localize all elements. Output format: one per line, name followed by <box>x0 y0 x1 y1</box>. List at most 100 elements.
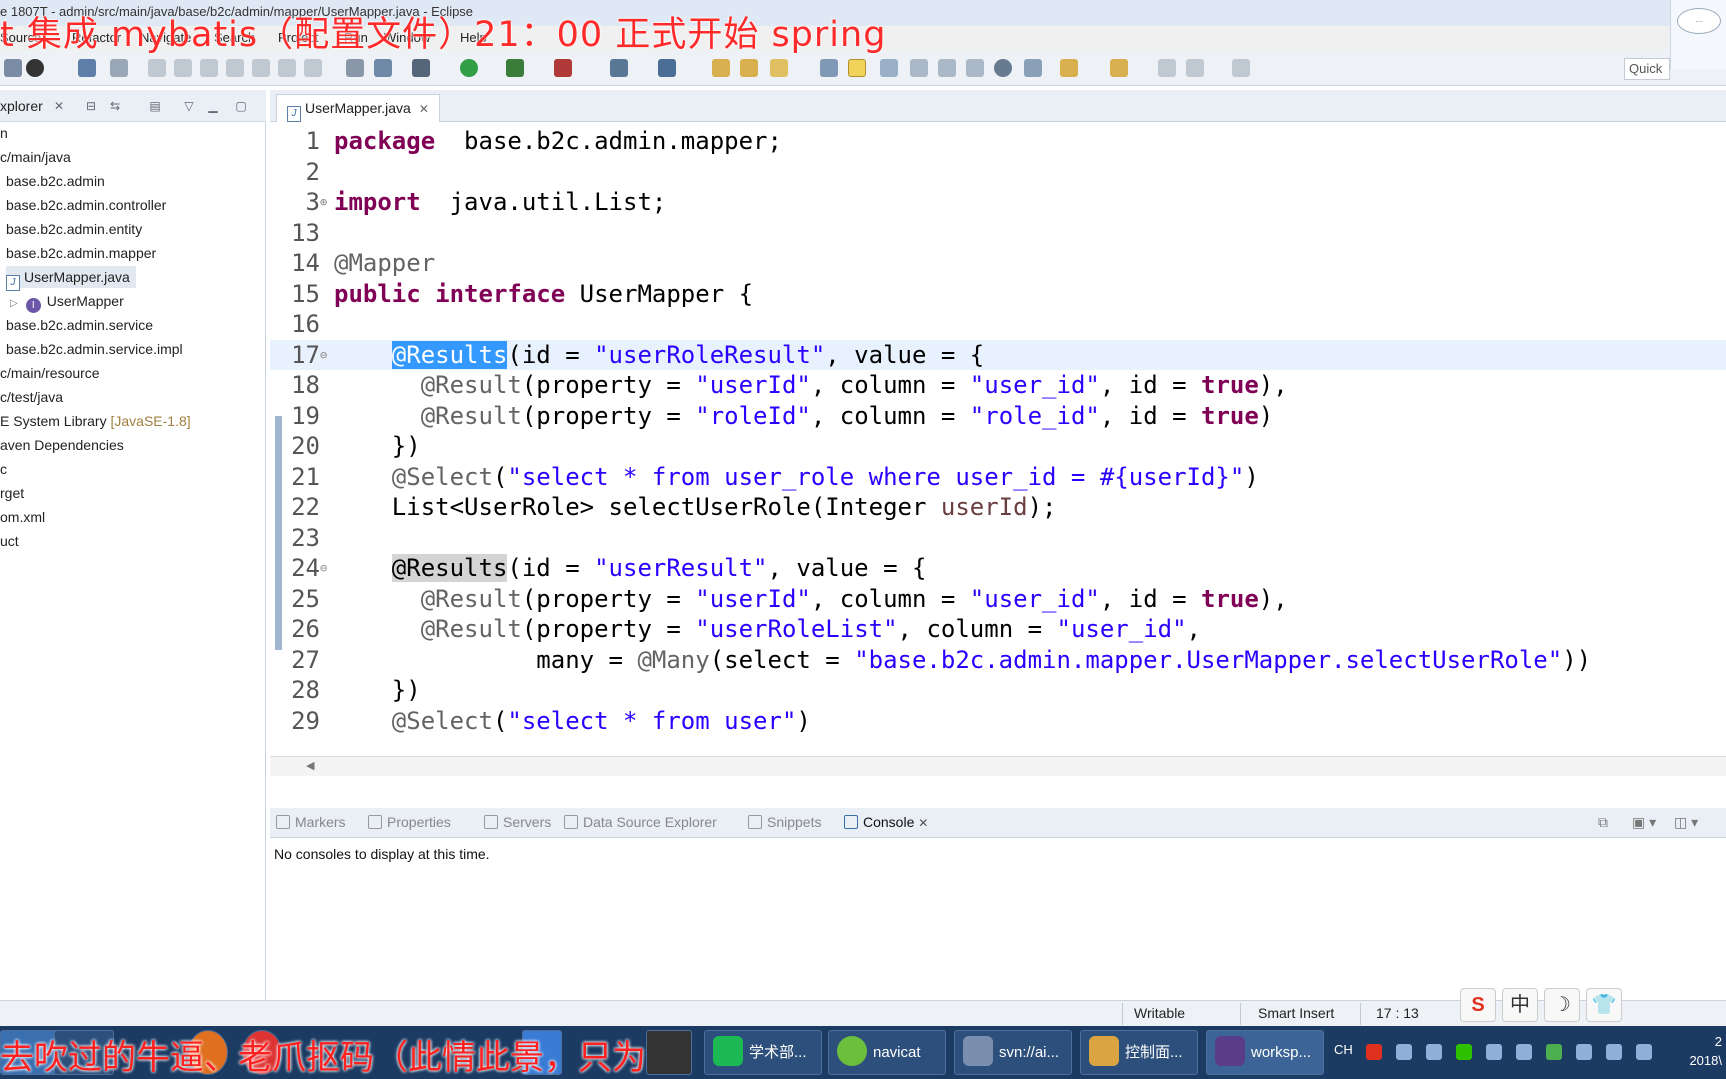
tree-item-src-main-resource[interactable]: c/main/resource <box>0 362 100 384</box>
run-icon[interactable] <box>460 59 478 77</box>
ime-skin-icon[interactable]: 👕 <box>1586 988 1622 1022</box>
tree-item-package[interactable]: base.b2c.admin <box>6 170 105 192</box>
code-line[interactable]: 18 @Result(property = "userId", column =… <box>270 370 1726 400</box>
code-line[interactable]: 19 @Result(property = "roleId", column =… <box>270 401 1726 431</box>
last-edit-location-icon[interactable] <box>1158 59 1176 77</box>
open-type-icon[interactable] <box>712 59 730 77</box>
suspend-icon[interactable] <box>174 59 192 77</box>
code-line[interactable]: 28 }) <box>270 675 1726 705</box>
open-task-icon[interactable] <box>740 59 758 77</box>
horizontal-scrollbar[interactable]: ◀ <box>270 756 1726 776</box>
link-with-editor-icon[interactable]: ⇆ <box>108 99 122 113</box>
new-java-project-icon[interactable] <box>658 59 676 77</box>
package-explorer-title[interactable]: xplorer <box>0 98 43 114</box>
tree-item-target[interactable]: rget <box>0 482 24 504</box>
tree-item-src-main-java[interactable]: c/main/java <box>0 146 71 168</box>
block-selection-icon[interactable] <box>910 59 928 77</box>
tree-item-project[interactable]: n <box>0 122 8 144</box>
tab-servers[interactable]: Servers <box>484 814 551 830</box>
wechat-icon[interactable] <box>1456 1044 1472 1060</box>
code-line[interactable]: 27 many = @Many(select = "base.b2c.admin… <box>270 645 1726 675</box>
collapse-all-icon[interactable]: ⊟ <box>84 99 98 113</box>
code-line[interactable]: 29 @Select("select * from user") <box>270 706 1726 736</box>
expand-fold-icon[interactable]: ⊕ <box>320 187 330 217</box>
taskbar-task[interactable]: worksp... <box>1206 1030 1324 1075</box>
close-icon[interactable]: ✕ <box>918 816 928 830</box>
code-line[interactable]: 3 ⊕ import java.util.List; <box>270 187 1726 217</box>
expand-arrow-icon[interactable]: ▷ <box>10 298 18 309</box>
toggle-highlight-icon[interactable] <box>848 59 866 77</box>
code-text-area[interactable]: 1 package base.b2c.admin.mapper; 2 3 ⊕ import… <box>270 126 1726 756</box>
tree-item-product[interactable]: uct <box>0 530 19 552</box>
network-icon[interactable] <box>1606 1044 1622 1060</box>
code-line[interactable]: 1 package base.b2c.admin.mapper; <box>270 126 1726 156</box>
input-language[interactable]: CH <box>1334 1042 1353 1057</box>
save-icon[interactable] <box>78 59 96 77</box>
taskbar-task[interactable]: 控制面... <box>1080 1030 1198 1075</box>
previous-annotation-icon[interactable] <box>1110 59 1128 77</box>
tab-markers[interactable]: Markers <box>276 814 346 830</box>
toggle-mark-occurrences-icon[interactable] <box>820 59 838 77</box>
tray-icon[interactable] <box>1546 1044 1562 1060</box>
tab-console[interactable]: Console ✕ <box>844 814 928 830</box>
view-menu-icon[interactable]: ▽ <box>182 99 196 113</box>
tab-data-source-explorer[interactable]: Data Source Explorer <box>564 814 717 830</box>
tree-item-package[interactable]: base.b2c.admin.mapper <box>6 242 156 264</box>
tree-item-pom-xml[interactable]: om.xml <box>0 506 45 528</box>
disconnect-icon[interactable] <box>226 59 244 77</box>
taskbar-task[interactable]: 学术部... <box>704 1030 822 1075</box>
forward-icon[interactable] <box>1232 59 1250 77</box>
tree-item-maven-dependencies[interactable]: aven Dependencies <box>0 434 124 456</box>
step-into-icon[interactable] <box>252 59 270 77</box>
tray-icon[interactable] <box>1576 1044 1592 1060</box>
code-line[interactable]: 25 @Result(property = "userId", column =… <box>270 584 1726 614</box>
terminate-icon[interactable] <box>200 59 218 77</box>
close-icon[interactable]: ✕ <box>419 102 429 116</box>
maximize-icon[interactable]: ▢ <box>234 99 248 113</box>
minimize-icon[interactable]: ▁ <box>206 99 220 113</box>
ime-chinese-mode-icon[interactable]: 中 <box>1502 988 1538 1022</box>
tray-icon[interactable] <box>1426 1044 1442 1060</box>
code-line[interactable]: 21 @Select("select * from user_role wher… <box>270 462 1726 492</box>
tree-item-package[interactable]: base.b2c.admin.service <box>6 314 153 336</box>
tab-properties[interactable]: Properties <box>368 814 451 830</box>
code-line[interactable]: 23 <box>270 523 1726 553</box>
next-annotation-icon[interactable] <box>1060 59 1078 77</box>
coverage-icon[interactable] <box>506 59 524 77</box>
debug-icon[interactable] <box>412 59 430 77</box>
use-step-filters-icon[interactable] <box>374 59 392 77</box>
taskbar-task[interactable]: navicat <box>828 1030 946 1075</box>
open-console-icon[interactable]: ⧉ <box>1598 814 1608 831</box>
word-wrap-icon[interactable] <box>938 59 956 77</box>
taskbar-task[interactable]: svn://ai... <box>954 1030 1072 1075</box>
code-line[interactable]: 22 List<UserRole> selectUserRole(Integer… <box>270 492 1726 522</box>
tree-item-src-test-java[interactable]: c/test/java <box>0 386 63 408</box>
code-line[interactable]: 24 ⊖ @Results(id = "userResult", value = … <box>270 553 1726 583</box>
show-whitespace-icon[interactable] <box>880 59 898 77</box>
tree-item-jre-system-library[interactable]: E System Library [JavaSE-1.8] <box>0 410 191 432</box>
globe-icon[interactable] <box>994 59 1012 77</box>
code-line[interactable]: 20 }) <box>270 431 1726 461</box>
code-line[interactable]: 26 @Result(property = "userRoleList", co… <box>270 614 1726 644</box>
drop-to-frame-icon[interactable] <box>346 59 364 77</box>
tab-snippets[interactable]: Snippets <box>748 814 821 830</box>
new-icon[interactable] <box>4 59 22 77</box>
filter-icon[interactable]: ▤ <box>148 99 162 113</box>
profile-icon[interactable] <box>26 59 44 77</box>
tree-item-src[interactable]: c <box>0 458 7 480</box>
tray-icon[interactable] <box>1396 1044 1412 1060</box>
code-line[interactable]: 13 <box>270 218 1726 248</box>
ime-moon-icon[interactable]: ☽ <box>1544 988 1580 1022</box>
tree-item-package[interactable]: base.b2c.admin.service.impl <box>6 338 183 360</box>
sogou-tray-icon[interactable] <box>1366 1044 1382 1060</box>
skip-breakpoints-icon[interactable] <box>110 59 128 77</box>
nox-icon[interactable] <box>646 1030 692 1075</box>
bluetooth-icon[interactable] <box>1516 1044 1532 1060</box>
code-line[interactable]: 14 @Mapper <box>270 248 1726 278</box>
editor-tab-usermapper[interactable]: J UserMapper.java ✕ <box>276 94 440 122</box>
pin-console-icon[interactable]: ◫ ▾ <box>1674 814 1698 831</box>
close-icon[interactable]: ✕ <box>52 99 66 113</box>
tray-icon[interactable] <box>1486 1044 1502 1060</box>
external-tools-icon[interactable] <box>554 59 572 77</box>
new-server-icon[interactable] <box>610 59 628 77</box>
